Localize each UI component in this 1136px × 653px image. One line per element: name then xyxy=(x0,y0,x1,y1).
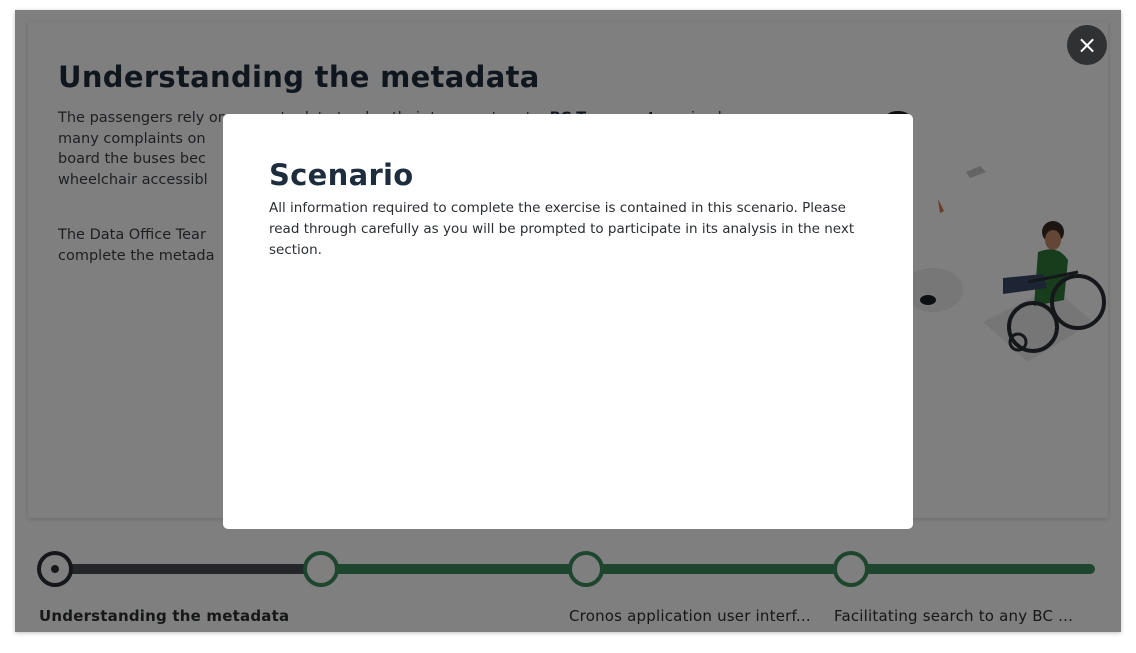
modal-title: Scenario xyxy=(269,158,414,192)
close-button[interactable]: × xyxy=(1067,25,1107,65)
scenario-modal: Scenario All information required to com… xyxy=(223,114,913,529)
close-icon: × xyxy=(1076,31,1098,59)
modal-body-text: All information required to complete the… xyxy=(269,200,855,258)
